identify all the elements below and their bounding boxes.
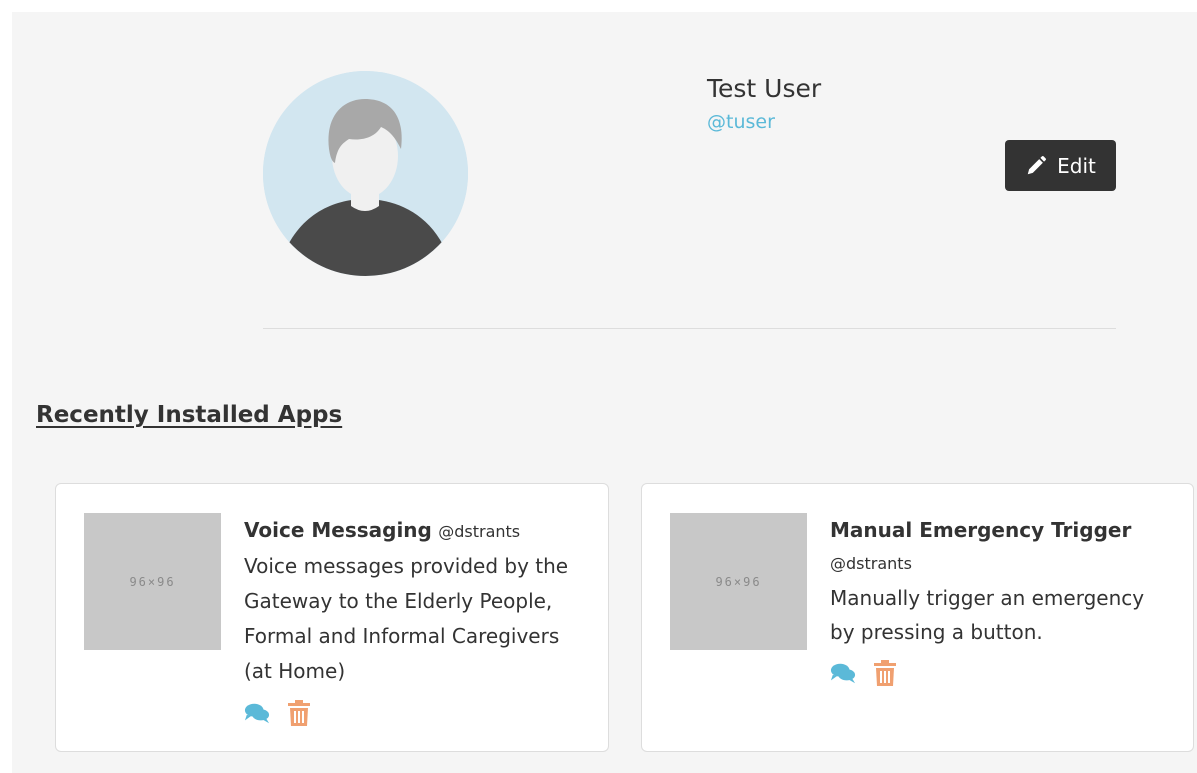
divider [263, 328, 1116, 329]
profile-page: Test User @tuser Edit Recently Installed… [12, 12, 1197, 773]
app-card: 96×96 Voice Messaging @dstrants Voice me… [55, 483, 609, 752]
user-handle[interactable]: @tuser [707, 111, 775, 133]
app-name[interactable]: Voice Messaging [244, 518, 432, 542]
edit-profile-button[interactable]: Edit [1005, 140, 1116, 191]
comments-icon[interactable] [830, 660, 856, 686]
app-description: Manually trigger an emergency by pressin… [830, 586, 1145, 644]
app-card-body: Manual Emergency Trigger @dstrants Manua… [830, 513, 1160, 689]
app-actions [244, 697, 584, 729]
app-card: 96×96 Manual Emergency Trigger @dstrants… [641, 483, 1194, 752]
app-description: Voice messages provided by the Gateway t… [244, 554, 569, 683]
app-author[interactable]: @dstrants [438, 522, 520, 541]
section-title: Recently Installed Apps [36, 402, 343, 428]
app-actions [830, 657, 1160, 689]
app-thumbnail: 96×96 [670, 513, 807, 650]
app-thumbnail: 96×96 [84, 513, 221, 650]
pencil-icon [1027, 155, 1047, 174]
user-name: Test User [707, 74, 822, 103]
avatar [263, 71, 468, 276]
app-name[interactable]: Manual Emergency Trigger [830, 518, 1131, 542]
app-card-body: Voice Messaging @dstrants Voice messages… [244, 513, 584, 729]
comments-icon[interactable] [244, 700, 270, 726]
trash-icon[interactable] [872, 660, 898, 686]
edit-button-label: Edit [1057, 153, 1096, 178]
trash-icon[interactable] [286, 700, 312, 726]
app-author[interactable]: @dstrants [830, 547, 1160, 581]
user-silhouette-icon [263, 71, 468, 276]
